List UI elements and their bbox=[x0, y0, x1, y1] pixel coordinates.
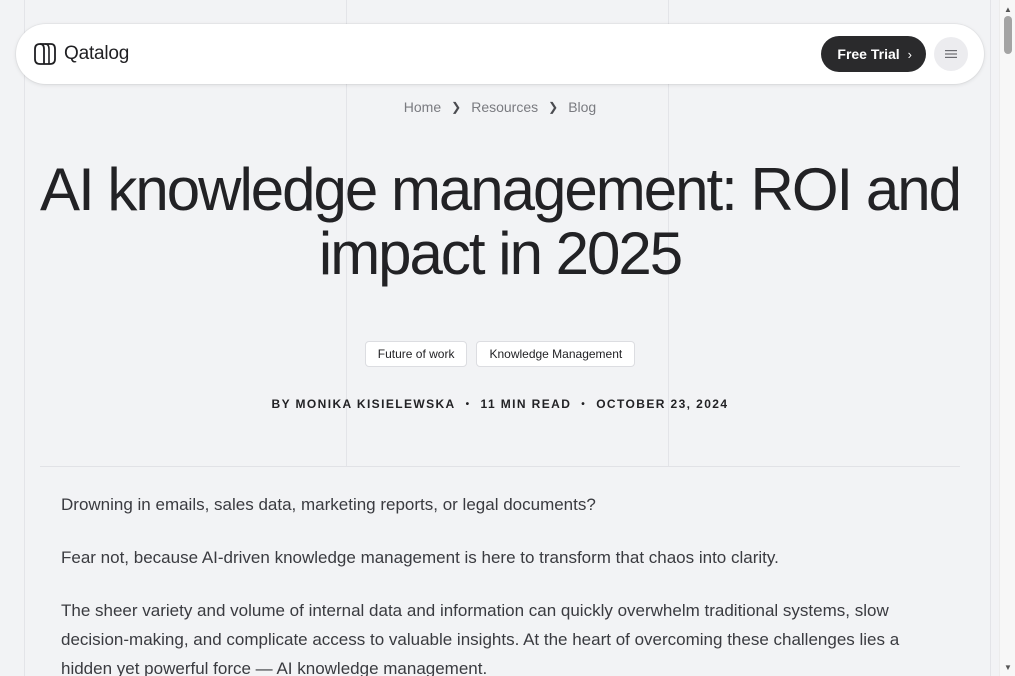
hamburger-menu-icon bbox=[945, 50, 957, 58]
tag-future-of-work[interactable]: Future of work bbox=[364, 341, 468, 367]
article-author: BY MONIKA KISIELEWSKA bbox=[271, 397, 456, 411]
free-trial-button[interactable]: Free Trial › bbox=[821, 36, 926, 72]
article-title: AI knowledge management: ROI and impact … bbox=[40, 156, 962, 287]
meta-separator-dot: • bbox=[465, 398, 471, 410]
scrollbar-thumb[interactable] bbox=[1004, 16, 1012, 54]
breadcrumb-home-link[interactable]: Home bbox=[404, 99, 441, 115]
scroll-down-arrow-icon[interactable]: ▼ bbox=[1000, 660, 1015, 674]
chevron-right-icon: ❯ bbox=[548, 100, 559, 114]
vertical-scrollbar[interactable]: ▲ ▼ bbox=[999, 0, 1015, 676]
article-meta: BY MONIKA KISIELEWSKA • 11 MIN READ • OC… bbox=[0, 397, 1000, 411]
breadcrumb-resources-link[interactable]: Resources bbox=[471, 99, 538, 115]
breadcrumb-blog-link[interactable]: Blog bbox=[568, 99, 596, 115]
free-trial-label: Free Trial bbox=[837, 46, 900, 62]
article-paragraph: Fear not, because AI-driven knowledge ma… bbox=[61, 548, 779, 567]
scroll-up-arrow-icon[interactable]: ▲ bbox=[1000, 2, 1015, 16]
tag-knowledge-management[interactable]: Knowledge Management bbox=[476, 341, 636, 367]
header-divider bbox=[40, 466, 960, 467]
qatalog-logo-icon bbox=[34, 43, 56, 65]
article-paragraph: Drowning in emails, sales data, marketin… bbox=[61, 495, 596, 514]
article-body: Drowning in emails, sales data, marketin… bbox=[61, 490, 951, 676]
article-date: OCTOBER 23, 2024 bbox=[596, 397, 729, 411]
article-paragraph: The sheer variety and volume of internal… bbox=[61, 601, 900, 676]
article-read-time: 11 MIN READ bbox=[480, 397, 572, 411]
breadcrumb: Home ❯ Resources ❯ Blog bbox=[0, 99, 1000, 115]
chevron-right-icon: ❯ bbox=[451, 100, 462, 114]
chevron-right-icon: › bbox=[907, 46, 912, 62]
brand-logo-link[interactable]: Qatalog bbox=[32, 41, 129, 67]
menu-button[interactable] bbox=[934, 37, 968, 71]
meta-separator-dot: • bbox=[581, 398, 587, 410]
brand-name: Qatalog bbox=[64, 43, 130, 64]
top-navbar: Qatalog Free Trial › bbox=[16, 24, 984, 84]
article-tags: Future of work Knowledge Management bbox=[0, 341, 1000, 367]
